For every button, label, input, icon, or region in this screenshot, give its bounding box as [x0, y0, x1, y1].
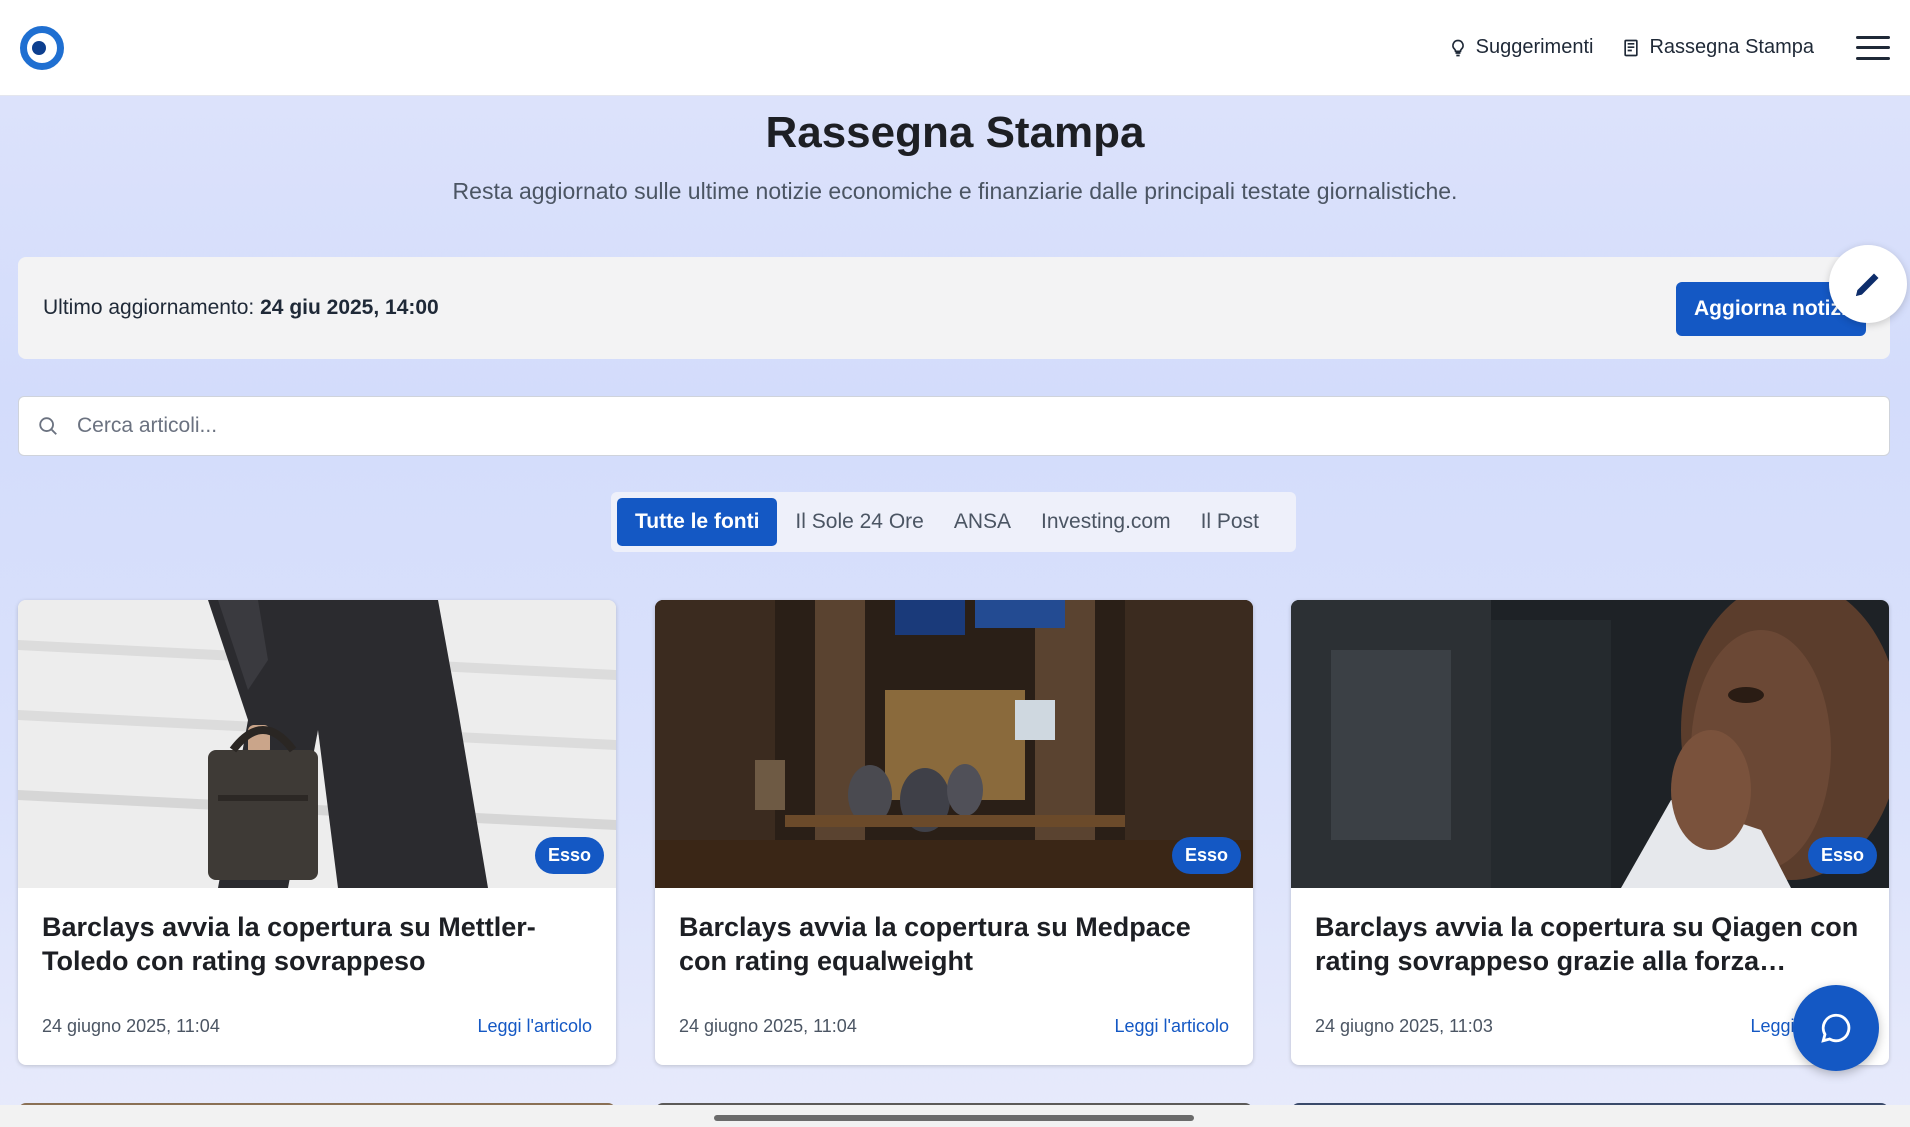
article-image: Esso [18, 600, 616, 888]
lightbulb-icon [1451, 39, 1464, 56]
logo[interactable] [20, 25, 64, 70]
article-card[interactable]: Esso Barclays avvia la copertura su Mett… [18, 600, 616, 1065]
source-tabs: Tutte le fonti Il Sole 24 Ore ANSA Inves… [611, 492, 1296, 552]
tab-tutte-le-fonti[interactable]: Tutte le fonti [617, 498, 778, 546]
nav-suggerimenti-label: Suggerimenti [1475, 36, 1594, 58]
last-update-label: Ultimo aggiornamento: [43, 296, 255, 319]
article-date: 24 giugno 2025, 11:04 [679, 1016, 857, 1036]
article-card[interactable]: Esso Barclays avvia la copertura su Medp… [655, 600, 1253, 1065]
nav-suggerimenti[interactable]: Suggerimenti [1448, 36, 1594, 59]
article-image: Esso [1291, 600, 1889, 888]
article-title[interactable]: Barclays avvia la copertura su Medpace c… [679, 910, 1229, 978]
source-badge: Esso [534, 837, 604, 874]
chat-button[interactable] [1793, 985, 1879, 1071]
source-badge: Esso [1171, 837, 1241, 874]
article-date: 24 giugno 2025, 11:04 [42, 1016, 220, 1036]
source-badge: Esso [1807, 837, 1877, 874]
tab-ansa[interactable]: ANSA [942, 498, 1023, 546]
update-bar: Ultimo aggiornamento: 24 giu 2025, 14:00… [18, 257, 1890, 359]
last-update: Ultimo aggiornamento: 24 giu 2025, 14:00 [43, 296, 439, 320]
tab-il-post[interactable]: Il Post [1189, 498, 1271, 546]
read-article-link[interactable]: Leggi l'articolo [477, 1016, 592, 1037]
newspaper-icon [1624, 39, 1639, 56]
page-title: Rassegna Stampa [765, 108, 1145, 157]
hamburger-menu-icon[interactable] [1856, 33, 1890, 63]
page-subtitle: Resta aggiornato sulle ultime notizie ec… [452, 178, 1458, 204]
home-indicator[interactable] [714, 1115, 1194, 1121]
chat-bubble-icon [1821, 1013, 1851, 1043]
search-icon [39, 417, 57, 435]
tab-investing[interactable]: Investing.com [1029, 498, 1183, 546]
search-input[interactable] [77, 414, 1857, 438]
last-update-timestamp: 24 giu 2025, 14:00 [260, 296, 439, 319]
search-bar [18, 396, 1890, 456]
article-title[interactable]: Barclays avvia la copertura su Mettler-T… [42, 910, 592, 978]
article-card[interactable]: Esso Barclays avvia la copertura su Qiag… [1291, 600, 1889, 1065]
header-nav: Suggerimenti Rassegna Stampa [1448, 33, 1890, 63]
pencil-icon [1856, 273, 1879, 296]
article-date: 24 giugno 2025, 11:03 [1315, 1016, 1493, 1036]
edit-button[interactable] [1829, 245, 1907, 323]
article-title[interactable]: Barclays avvia la copertura su Qiagen co… [1315, 910, 1865, 978]
logo-dot [32, 40, 46, 55]
article-image: Esso [655, 600, 1253, 888]
top-header: Suggerimenti Rassegna Stampa [0, 0, 1910, 96]
nav-rassegna-stampa-label: Rassegna Stampa [1649, 36, 1814, 58]
tab-il-sole-24-ore[interactable]: Il Sole 24 Ore [783, 498, 935, 546]
read-article-link[interactable]: Leggi l'articolo [1114, 1016, 1229, 1037]
nav-rassegna-stampa[interactable]: Rassegna Stampa [1621, 36, 1814, 59]
